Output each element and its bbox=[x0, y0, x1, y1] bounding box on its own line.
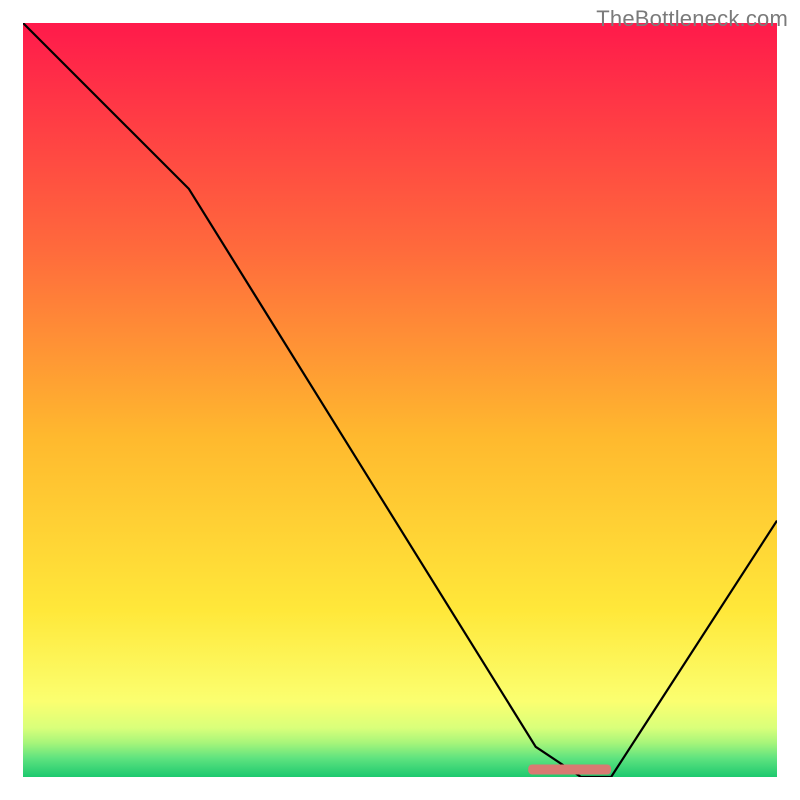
watermark-text: TheBottleneck.com bbox=[596, 6, 788, 32]
chart-svg bbox=[23, 23, 777, 777]
chart-marker-band bbox=[528, 765, 611, 775]
chart-plot-area bbox=[23, 23, 777, 777]
